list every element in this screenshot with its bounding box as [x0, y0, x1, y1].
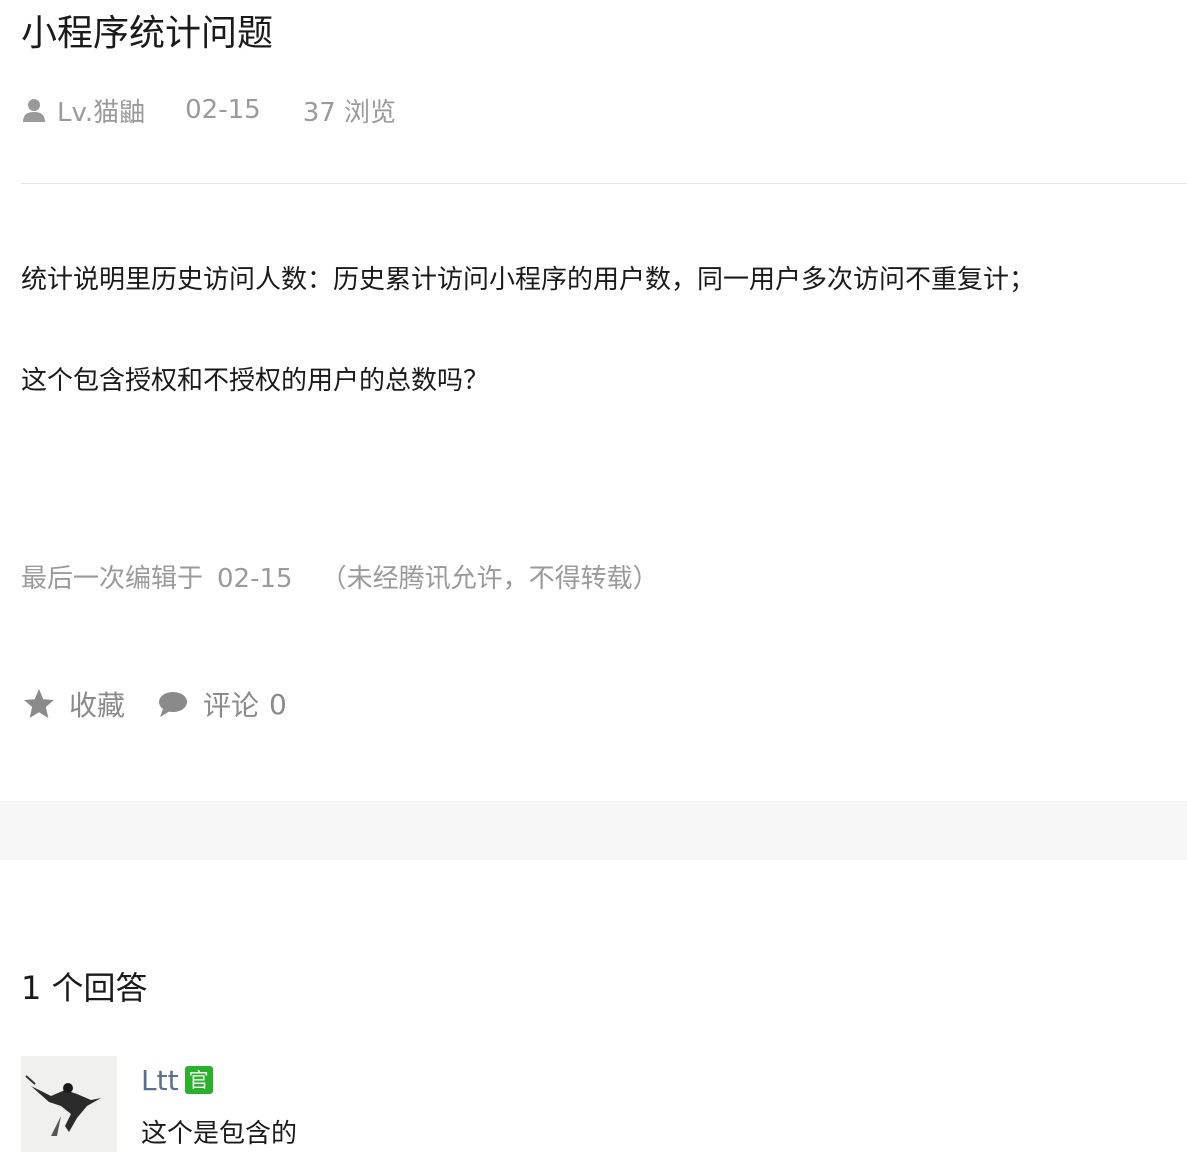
avatar[interactable] — [21, 1056, 117, 1152]
post-date: 02-15 — [185, 95, 261, 125]
answer-item: Ltt 官 这个是包含的 — [21, 1056, 1187, 1153]
copyright-note: （未经腾讯允许，不得转载） — [320, 564, 659, 594]
comment-label: 评论 — [203, 689, 260, 722]
favorite-label: 收藏 — [69, 689, 126, 722]
favorite-button[interactable]: 收藏 — [21, 684, 125, 724]
edit-date: 02-15 — [217, 564, 293, 594]
view-count: 37 浏览 — [302, 97, 397, 128]
author-name: Lv.猫鼬 — [57, 97, 146, 128]
post-paragraph: 统计说明里历史访问人数：历史累计访问小程序的用户数，同一用户多次访问不重复计； — [21, 265, 1036, 295]
star-icon — [24, 689, 54, 718]
comment-count: 0 — [269, 687, 287, 721]
answer-text: 这个是包含的 — [141, 1119, 298, 1149]
post-actions: 收藏 评论 0 — [21, 683, 287, 725]
post-paragraph: 这个包含授权和不授权的用户的总数吗？ — [21, 366, 490, 396]
comment-button[interactable]: 评论 0 — [155, 684, 287, 724]
speech-bubble-icon — [159, 692, 188, 717]
section-separator — [0, 801, 1187, 860]
author-link[interactable]: Lv.猫鼬 — [21, 92, 145, 129]
avatar-image — [21, 1056, 117, 1152]
edit-prefix: 最后一次编辑于 — [21, 564, 204, 594]
user-icon — [23, 99, 45, 122]
divider — [21, 183, 1187, 184]
edit-info: 最后一次编辑于 02-15 （未经腾讯允许，不得转载） — [21, 559, 659, 599]
answerer-name[interactable]: Ltt — [141, 1064, 179, 1097]
answerer: Ltt 官 — [141, 1060, 213, 1100]
official-badge: 官 — [184, 1066, 213, 1094]
post-meta: Lv.猫鼬 02-15 37 浏览 — [21, 90, 396, 130]
post-title: 小程序统计问题 — [21, 13, 274, 54]
answers-heading: 1 个回答 — [21, 969, 148, 1007]
